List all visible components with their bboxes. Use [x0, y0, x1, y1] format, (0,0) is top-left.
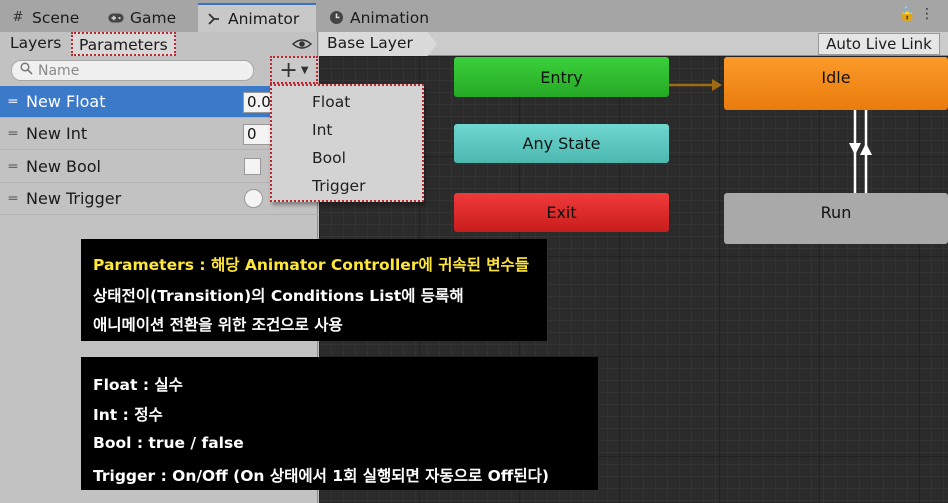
gamepad-icon — [108, 10, 124, 26]
annotation-line: 상태전이(Transition)의 Conditions List에 등록해 — [93, 287, 464, 305]
parameter-name: New Trigger — [26, 189, 122, 208]
tab-parameters[interactable]: Parameters — [71, 32, 176, 56]
state-exit[interactable]: Exit — [454, 193, 669, 232]
tab-animation-label: Animation — [350, 8, 430, 27]
eye-icon[interactable] — [291, 36, 313, 54]
annotation-line: 애니메이션 전환을 위한 조건으로 사용 — [93, 316, 343, 334]
drag-handle-icon[interactable]: ═ — [0, 94, 26, 110]
state-run[interactable]: Run — [724, 193, 948, 244]
menu-item-float[interactable]: Float — [312, 93, 350, 111]
plus-icon: + — [279, 57, 298, 83]
state-any-label: Any State — [522, 134, 601, 153]
bool-checkbox[interactable] — [244, 158, 261, 175]
annotation-line: Int : 정수 — [93, 406, 163, 424]
menu-item-bool[interactable]: Bool — [312, 149, 346, 167]
tab-scene[interactable]: # Scene — [2, 3, 87, 32]
trigger-radio[interactable] — [244, 189, 263, 208]
tab-game[interactable]: Game — [100, 3, 184, 32]
tab-game-label: Game — [130, 8, 177, 27]
search-placeholder: Name — [38, 62, 80, 79]
tab-animator-label: Animator — [228, 9, 300, 28]
annotation-line: Trigger : On/Off (On 상태에서 1회 실행되면 자동으로 O… — [93, 467, 549, 485]
tab-layers[interactable]: Layers — [4, 32, 67, 56]
parameter-name: New Bool — [26, 157, 101, 176]
tab-scene-label: Scene — [32, 8, 80, 27]
annotation-types: Float : 실수 Int : 정수 Bool : true / false … — [81, 357, 598, 490]
annotation-line: Float : 실수 — [93, 376, 183, 394]
state-idle[interactable]: Idle — [724, 57, 948, 110]
state-entry-label: Entry — [540, 67, 583, 87]
tab-animator[interactable]: Animator — [198, 3, 316, 32]
clock-icon — [328, 10, 344, 26]
lock-menu-icon[interactable]: 🔒⋮ — [899, 6, 938, 22]
menu-item-int[interactable]: Int — [312, 121, 332, 139]
tab-animation[interactable]: Animation — [320, 3, 437, 32]
state-idle-label: Idle — [821, 68, 851, 87]
annotation-line: Bool : true / false — [93, 434, 244, 452]
search-input[interactable]: Name — [11, 60, 254, 81]
state-any-state[interactable]: Any State — [454, 124, 669, 163]
search-icon — [20, 62, 33, 79]
auto-live-link-button[interactable]: Auto Live Link — [818, 33, 940, 55]
state-entry[interactable]: Entry — [454, 57, 669, 97]
annotation-parameters: Parameters : 해당 Animator Controller에 귀속된… — [81, 239, 547, 341]
animator-icon — [206, 11, 222, 27]
panel-subtabs: Layers Parameters — [0, 32, 318, 56]
drag-handle-icon[interactable]: ═ — [0, 126, 26, 142]
annotation-line: Parameters : 해당 Animator Controller에 귀속된… — [93, 256, 530, 274]
menu-item-trigger[interactable]: Trigger — [312, 177, 365, 195]
add-parameter-button[interactable]: + ▼ — [270, 56, 318, 84]
drag-handle-icon[interactable]: ═ — [0, 159, 26, 175]
chevron-down-icon: ▼ — [300, 64, 309, 76]
parameter-name: New Int — [26, 124, 88, 143]
state-exit-label: Exit — [546, 203, 577, 222]
drag-handle-icon[interactable]: ═ — [0, 191, 26, 207]
parameter-name: New Float — [26, 92, 106, 111]
state-run-label: Run — [820, 203, 852, 222]
breadcrumb[interactable]: Base Layer — [319, 32, 437, 56]
add-parameter-menu: Float Int Bool Trigger — [270, 84, 424, 202]
grid-icon: # — [12, 10, 24, 25]
